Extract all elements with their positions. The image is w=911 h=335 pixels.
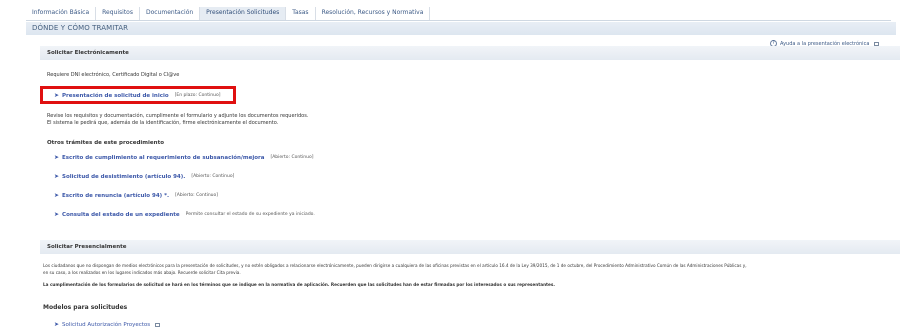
model-link-label: Solicitud Autorización Proyectos <box>62 321 151 328</box>
instructions-line-2: El sistema le pedirá que, además de la i… <box>47 120 279 126</box>
arrow-icon: ➤ <box>54 192 60 199</box>
presencial-text-2: en su caso, a los realizados en los luga… <box>43 270 241 275</box>
other-procedure-link[interactable]: ➤ Escrito de cumplimiento al requerimien… <box>54 154 313 161</box>
external-link-icon <box>874 41 880 46</box>
other-procedure-tag: [Abierto: Continuo] <box>175 193 219 198</box>
tab-requisitos[interactable]: Requisitos <box>96 7 140 20</box>
arrow-icon: ➤ <box>54 321 60 328</box>
tab-presentacion-solicitudes[interactable]: Presentación Solicitudes <box>200 7 287 20</box>
external-link-icon <box>155 322 161 327</box>
instructions-line-1: Revise los requisitos y documentación, c… <box>47 113 309 119</box>
other-procedure-label: Escrito de renuncia (artículo 94) *. <box>62 192 170 199</box>
tab-resolucion[interactable]: Resolución, Recursos y Normativa <box>316 7 431 20</box>
other-procedure-label: Escrito de cumplimiento al requerimiento… <box>62 154 265 161</box>
models-title: Modelos para solicitudes <box>43 304 128 311</box>
other-procedure-tag: Permite consultar el estado de su expedi… <box>185 212 315 217</box>
other-procedure-tag: [Abierto: Continuo] <box>270 155 314 160</box>
other-procedure-label: Consulta del estado de un expediente <box>62 211 180 218</box>
other-procedures-title: Otros trámites de este procedimiento <box>47 140 164 146</box>
tab-informacion-basica[interactable]: Información Básica <box>26 7 97 20</box>
requires-text: Requiere DNI electrónico, Certificado Di… <box>47 72 180 78</box>
other-procedure-link[interactable]: ➤ Solicitud de desistimiento (artículo 9… <box>54 173 234 180</box>
tab-documentacion[interactable]: Documentación <box>140 7 201 20</box>
other-procedure-link[interactable]: ➤ Escrito de renuncia (artículo 94) *. [… <box>54 192 218 199</box>
section-title: DÓNDE Y CÓMO TRAMITAR <box>26 22 896 35</box>
other-procedure-label: Solicitud de desistimiento (artículo 94)… <box>62 173 186 180</box>
presencial-header: Solicitar Presencialmente <box>40 240 900 254</box>
tab-bar: Información Básica Requisitos Documentac… <box>26 7 891 21</box>
model-link[interactable]: ➤ Solicitud Autorización Proyectos <box>54 321 161 328</box>
other-procedure-tag: [Abierto: Continuo] <box>191 174 235 179</box>
arrow-icon: ➤ <box>54 154 60 161</box>
presencial-text-1: Los ciudadanos que no dispongan de medio… <box>43 263 747 268</box>
arrow-icon: ➤ <box>54 173 60 180</box>
arrow-icon: ➤ <box>54 211 60 218</box>
presencial-text-3: La cumplimentación de los formularios de… <box>43 282 555 287</box>
other-procedure-link[interactable]: ➤ Consulta del estado de un expediente P… <box>54 211 315 218</box>
highlight-box <box>40 86 236 104</box>
tab-tasas[interactable]: Tasas <box>286 7 316 20</box>
electronic-header: Solicitar Electrónicamente <box>40 46 900 60</box>
